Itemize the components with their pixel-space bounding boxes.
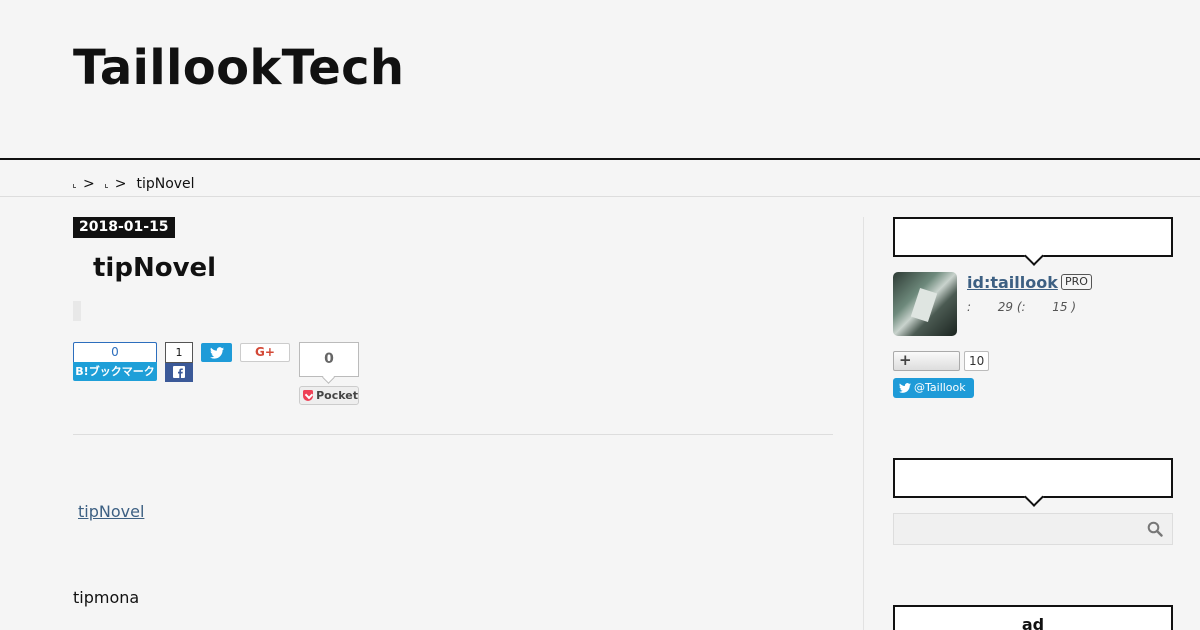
avatar[interactable] <box>893 272 957 336</box>
twitter-icon <box>899 383 911 393</box>
google-plus-share-button[interactable]: G+ <box>240 343 290 362</box>
pro-badge[interactable]: PRO <box>1061 274 1092 290</box>
hatena-bookmark-label: B!ブックマーク <box>73 362 157 381</box>
breadcrumb-separator: > <box>114 176 127 192</box>
subscriber-count: 10 <box>964 351 990 371</box>
subscribe-button[interactable]: + <box>893 351 960 371</box>
pocket-label: Pocket <box>316 389 358 402</box>
pocket-icon <box>303 390 314 401</box>
breadcrumb: > > tipNovel <box>73 175 195 193</box>
breadcrumb-current: tipNovel <box>136 176 195 192</box>
twitter-share-button[interactable] <box>201 343 232 362</box>
profile-user-id[interactable]: id:taillook <box>967 273 1058 293</box>
pocket-count: 0 <box>299 342 359 377</box>
entry-content-link[interactable]: tipNovel <box>78 502 144 522</box>
category-chip[interactable] <box>73 301 81 321</box>
breadcrumb-separator: > <box>83 176 95 192</box>
entry-title[interactable]: tipNovel <box>93 251 216 285</box>
entry-content-text: tipmona <box>73 588 140 607</box>
pocket-save-button[interactable]: 0 Pocket <box>299 342 359 405</box>
search-module-title <box>893 458 1173 498</box>
entry-divider <box>73 434 833 435</box>
twitter-icon <box>209 346 224 359</box>
blog-header: TaillookTech <box>0 0 1200 160</box>
profile-module-title <box>893 217 1173 257</box>
breadcrumb-link-home[interactable] <box>73 184 76 188</box>
profile-meta: : 29 (: 15 ) <box>967 300 1077 314</box>
twitter-follow-button[interactable]: @Taillook <box>893 378 974 398</box>
pocket-label-button[interactable]: Pocket <box>299 386 359 405</box>
hatena-bookmark-count: 0 <box>73 342 157 362</box>
facebook-icon <box>165 363 193 382</box>
entry-date[interactable]: 2018-01-15 <box>73 217 175 238</box>
ad-module-title: ad <box>893 605 1173 630</box>
breadcrumb-bar: > > tipNovel <box>0 161 1200 197</box>
breadcrumb-link-category[interactable] <box>104 184 108 188</box>
facebook-share-button[interactable]: 1 <box>165 342 193 382</box>
twitter-follow-label: @Taillook <box>914 381 966 394</box>
hatena-bookmark-button[interactable]: 0 B!ブックマーク <box>73 342 157 381</box>
search-input[interactable] <box>893 513 1173 545</box>
search-icon[interactable] <box>1147 521 1163 537</box>
column-divider <box>863 217 864 630</box>
facebook-share-count: 1 <box>165 342 193 363</box>
blog-title[interactable]: TaillookTech <box>73 40 404 96</box>
